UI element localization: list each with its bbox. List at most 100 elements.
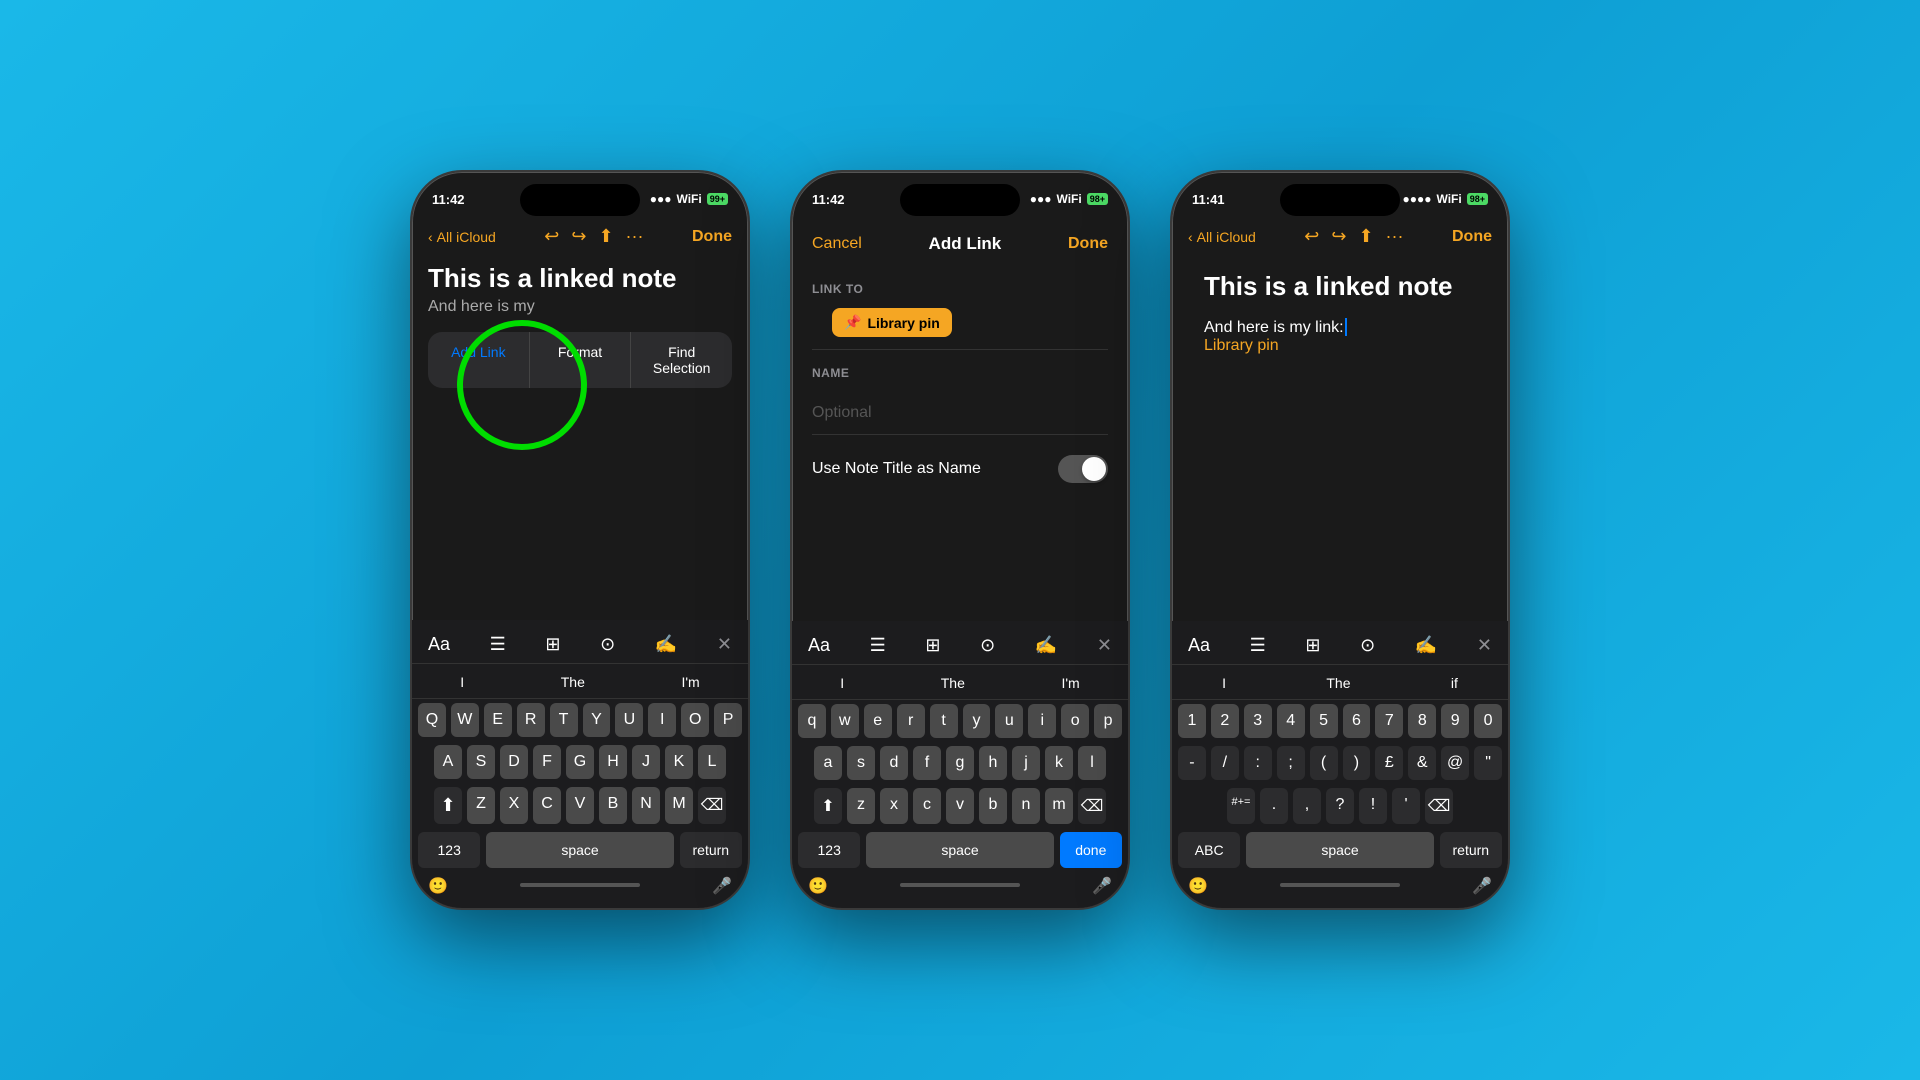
share-icon-3[interactable]: ⬆ [1358, 226, 1373, 247]
key-i[interactable]: I [648, 703, 676, 737]
key3-0[interactable]: 0 [1474, 704, 1502, 738]
close-keyboard-button[interactable]: ✕ [717, 634, 732, 655]
more-icon-3[interactable]: ··· [1386, 226, 1404, 247]
pred-the-2[interactable]: The [929, 671, 977, 695]
key-x[interactable]: X [500, 787, 528, 824]
key2-i[interactable]: i [1028, 704, 1056, 738]
backspace-key-2[interactable]: ⌫ [1078, 788, 1106, 824]
key3-slash[interactable]: / [1211, 746, 1239, 780]
camera-tool[interactable]: ⊙ [600, 634, 615, 655]
key3-4[interactable]: 4 [1277, 704, 1305, 738]
backspace-key-3[interactable]: ⌫ [1425, 788, 1453, 824]
key2-q[interactable]: q [798, 704, 826, 738]
library-pin-chip[interactable]: 📌 Library pin [832, 308, 952, 337]
close-keyboard-button-2[interactable]: ✕ [1097, 635, 1112, 656]
key3-7[interactable]: 7 [1375, 704, 1403, 738]
key2-m[interactable]: m [1045, 788, 1073, 824]
key2-k[interactable]: k [1045, 746, 1073, 780]
key3-8[interactable]: 8 [1408, 704, 1436, 738]
key2-b[interactable]: b [979, 788, 1007, 824]
cancel-button[interactable]: Cancel [812, 235, 862, 253]
key3-5[interactable]: 5 [1310, 704, 1338, 738]
list-tool-3[interactable]: ☰ [1250, 635, 1266, 656]
pred-if-3[interactable]: if [1439, 671, 1470, 695]
key3-oparen[interactable]: ( [1310, 746, 1338, 780]
done-button-3[interactable]: Done [1452, 228, 1492, 246]
key-f[interactable]: F [533, 745, 561, 779]
font-tool-2[interactable]: Aa [808, 635, 830, 656]
key2-u[interactable]: u [995, 704, 1023, 738]
key2-e[interactable]: e [864, 704, 892, 738]
list-tool[interactable]: ☰ [490, 634, 506, 655]
key3-2[interactable]: 2 [1211, 704, 1239, 738]
key3-quote[interactable]: " [1474, 746, 1502, 780]
key-j[interactable]: J [632, 745, 660, 779]
font-tool[interactable]: Aa [428, 634, 450, 655]
key2-z[interactable]: z [847, 788, 875, 824]
pred-the-3[interactable]: The [1314, 671, 1362, 695]
key-u[interactable]: U [615, 703, 643, 737]
key-b[interactable]: B [599, 787, 627, 824]
space-key-3[interactable]: space [1246, 832, 1433, 868]
key2-w[interactable]: w [831, 704, 859, 738]
backspace-key[interactable]: ⌫ [698, 787, 726, 824]
name-input-field[interactable]: Optional [812, 392, 1108, 435]
all-icloud-label-1[interactable]: All iCloud [437, 229, 496, 245]
key3-excl[interactable]: ! [1359, 788, 1387, 824]
undo-icon-1[interactable]: ↩ [544, 226, 559, 247]
key3-quest[interactable]: ? [1326, 788, 1354, 824]
key3-cparen[interactable]: ) [1343, 746, 1371, 780]
table-tool-2[interactable]: ⊞ [925, 635, 940, 656]
done-button-1[interactable]: Done [692, 228, 732, 246]
key-l[interactable]: L [698, 745, 726, 779]
key2-c[interactable]: c [913, 788, 941, 824]
close-keyboard-button-3[interactable]: ✕ [1477, 635, 1492, 656]
key3-comma[interactable]: , [1293, 788, 1321, 824]
key3-colon[interactable]: : [1244, 746, 1272, 780]
prediction-im[interactable]: I'm [669, 670, 711, 694]
key-n[interactable]: N [632, 787, 660, 824]
key3-minus[interactable]: - [1178, 746, 1206, 780]
emoji-button-1[interactable]: 🙂 [428, 876, 448, 896]
shift-key-2[interactable]: ⬆ [814, 788, 842, 824]
redo-icon-1[interactable]: ↪ [571, 226, 586, 247]
key-t[interactable]: T [550, 703, 578, 737]
key2-s[interactable]: s [847, 746, 875, 780]
mic-button-2[interactable]: 🎤 [1092, 876, 1112, 896]
key2-n[interactable]: n [1012, 788, 1040, 824]
key-e[interactable]: E [484, 703, 512, 737]
camera-tool-3[interactable]: ⊙ [1360, 635, 1375, 656]
undo-icon-3[interactable]: ↩ [1304, 226, 1319, 247]
space-key-1[interactable]: space [486, 832, 673, 868]
pred-i-3[interactable]: I [1210, 671, 1238, 695]
key-m[interactable]: M [665, 787, 693, 824]
key2-d[interactable]: d [880, 746, 908, 780]
more-icon-1[interactable]: ··· [626, 226, 644, 247]
emoji-button-2[interactable]: 🙂 [808, 876, 828, 896]
share-icon-1[interactable]: ⬆ [598, 226, 613, 247]
redo-icon-3[interactable]: ↪ [1331, 226, 1346, 247]
key-w[interactable]: W [451, 703, 479, 737]
numbers-key[interactable]: 123 [418, 832, 480, 868]
key2-a[interactable]: a [814, 746, 842, 780]
key2-t[interactable]: t [930, 704, 958, 738]
key3-6[interactable]: 6 [1343, 704, 1371, 738]
key-o[interactable]: O [681, 703, 709, 737]
key3-9[interactable]: 9 [1441, 704, 1469, 738]
abc-key-3[interactable]: ABC [1178, 832, 1240, 868]
numbers-key-2[interactable]: 123 [798, 832, 860, 868]
camera-tool-2[interactable]: ⊙ [980, 635, 995, 656]
key-k[interactable]: K [665, 745, 693, 779]
modal-done-button[interactable]: Done [1068, 235, 1108, 253]
key3-at[interactable]: @ [1441, 746, 1469, 780]
table-tool[interactable]: ⊞ [545, 634, 560, 655]
key2-y[interactable]: y [963, 704, 991, 738]
key3-amp[interactable]: & [1408, 746, 1436, 780]
toggle-switch[interactable] [1058, 455, 1108, 483]
key3-dot[interactable]: . [1260, 788, 1288, 824]
pencil-tool-3[interactable]: ✍ [1415, 635, 1437, 656]
done-key-2[interactable]: done [1060, 832, 1122, 868]
key2-p[interactable]: p [1094, 704, 1122, 738]
all-icloud-label-3[interactable]: All iCloud [1197, 229, 1256, 245]
key2-x[interactable]: x [880, 788, 908, 824]
